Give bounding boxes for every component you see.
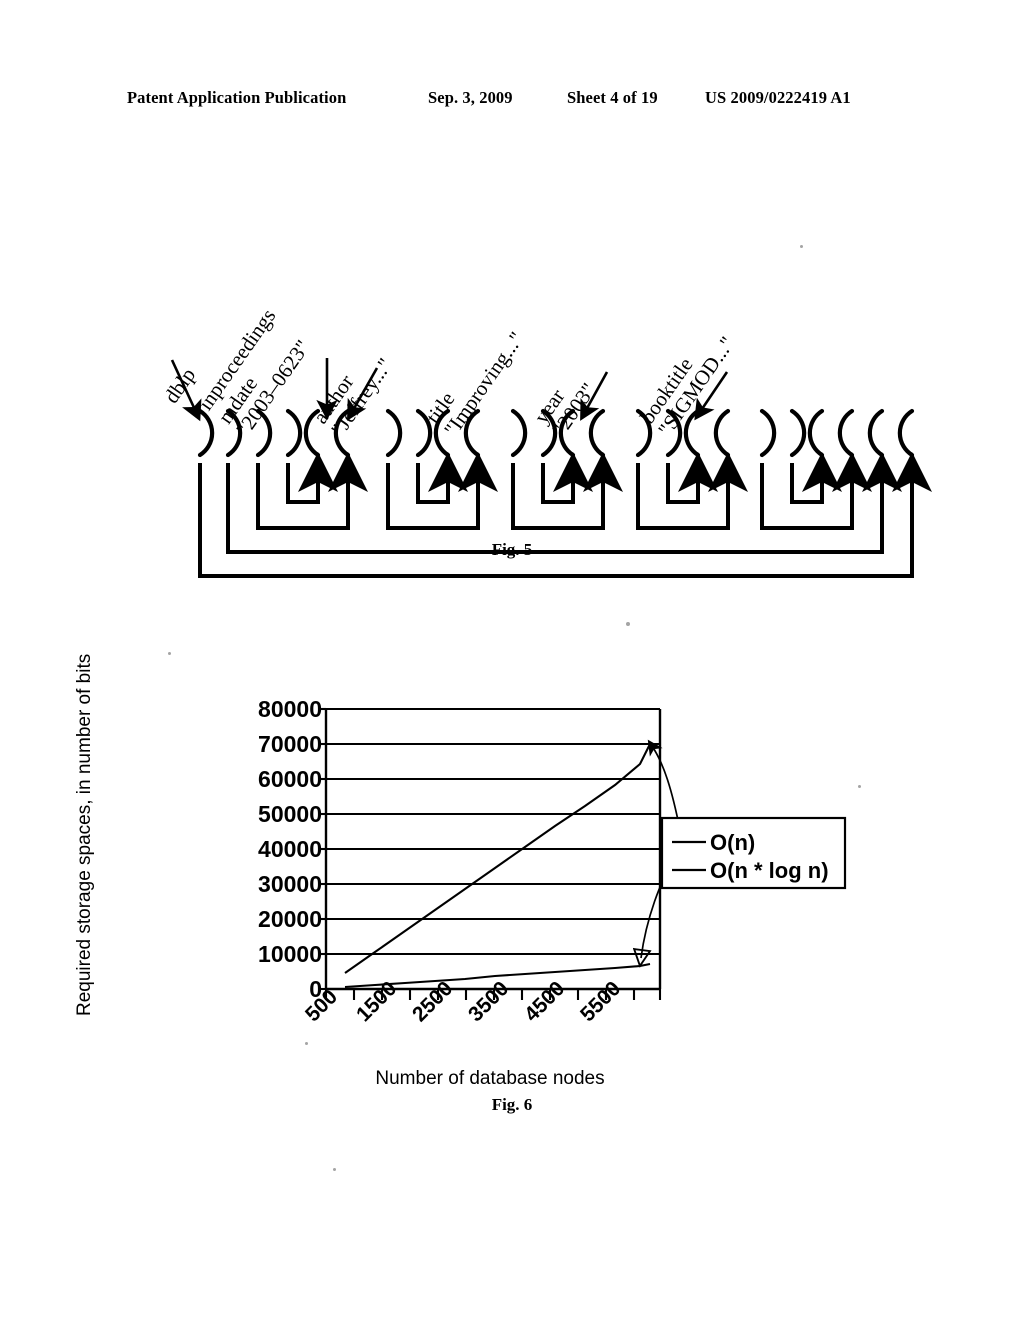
page-header: Patent Application Publication Sep. 3, 2… (0, 88, 1024, 118)
chart-x-axis-label: Number of database nodes (375, 1068, 605, 1089)
scan-speck (800, 245, 803, 248)
figure-6-caption: Fig. 6 (491, 1095, 533, 1114)
fig5-parentheses (197, 408, 915, 458)
fig5-label-pointers (170, 358, 729, 422)
scan-speck (168, 652, 171, 655)
chart-x-tick-labels: 500 1500 2500 3500 4500 5500 (0, 680, 1024, 1026)
figure-5-caption: Fig. 5 (491, 540, 533, 559)
header-date: Sep. 3, 2009 (428, 88, 513, 107)
legend-label-on-log-n: O(n * log n) (710, 858, 829, 883)
figure-5: dblp inproceedings mdate "2003–0623" aut… (0, 210, 1024, 590)
header-publication: Patent Application Publication (127, 88, 347, 107)
scan-speck (858, 785, 861, 788)
header-patent-number: US 2009/0222419 A1 (705, 88, 851, 107)
scan-speck (626, 622, 630, 626)
figure-6: Required storage spaces, in number of bi… (0, 654, 1024, 1150)
scan-speck (333, 1168, 336, 1171)
fig5-parenthesis-diagram (170, 358, 932, 578)
header-sheet: Sheet 4 of 19 (567, 88, 658, 107)
legend-label-on: O(n) (710, 830, 756, 855)
scan-speck (305, 1042, 308, 1045)
